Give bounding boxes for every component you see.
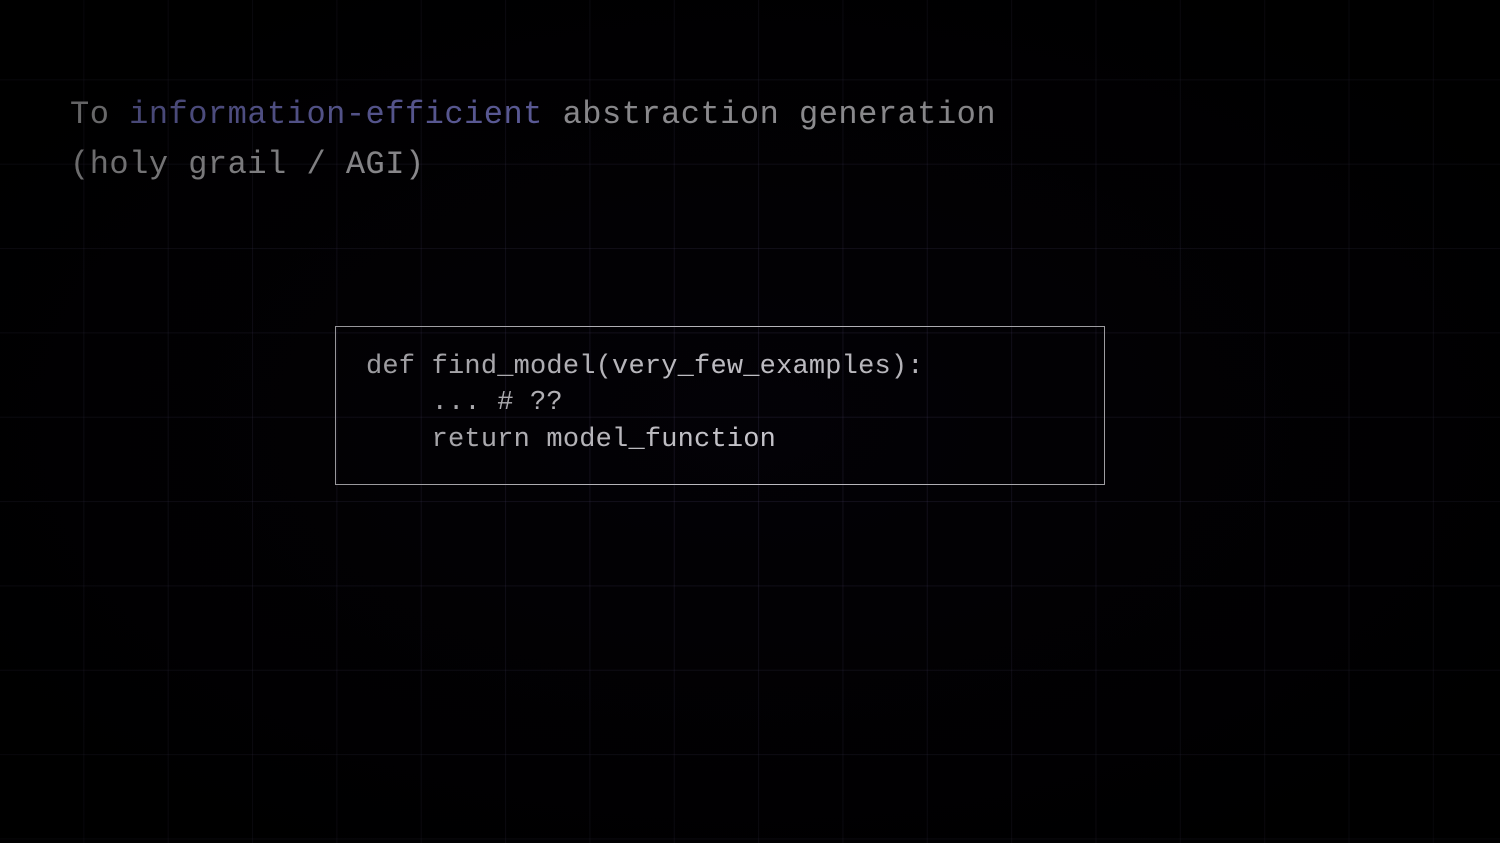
code-line-1: def find_model(very_few_examples): — [366, 352, 924, 382]
code-content: def find_model(very_few_examples): ... #… — [366, 349, 1074, 458]
code-line-2: ... # ?? — [366, 388, 563, 418]
slide-heading: To information-efficient abstraction gen… — [70, 90, 996, 189]
heading-line2: (holy grail / AGI) — [70, 146, 425, 183]
code-block: def find_model(very_few_examples): ... #… — [335, 326, 1105, 485]
heading-text-post: abstraction generation — [543, 96, 996, 133]
heading-emphasis: information-efficient — [129, 96, 543, 133]
code-line-3: return model_function — [366, 425, 776, 455]
heading-text-pre: To — [70, 96, 129, 133]
